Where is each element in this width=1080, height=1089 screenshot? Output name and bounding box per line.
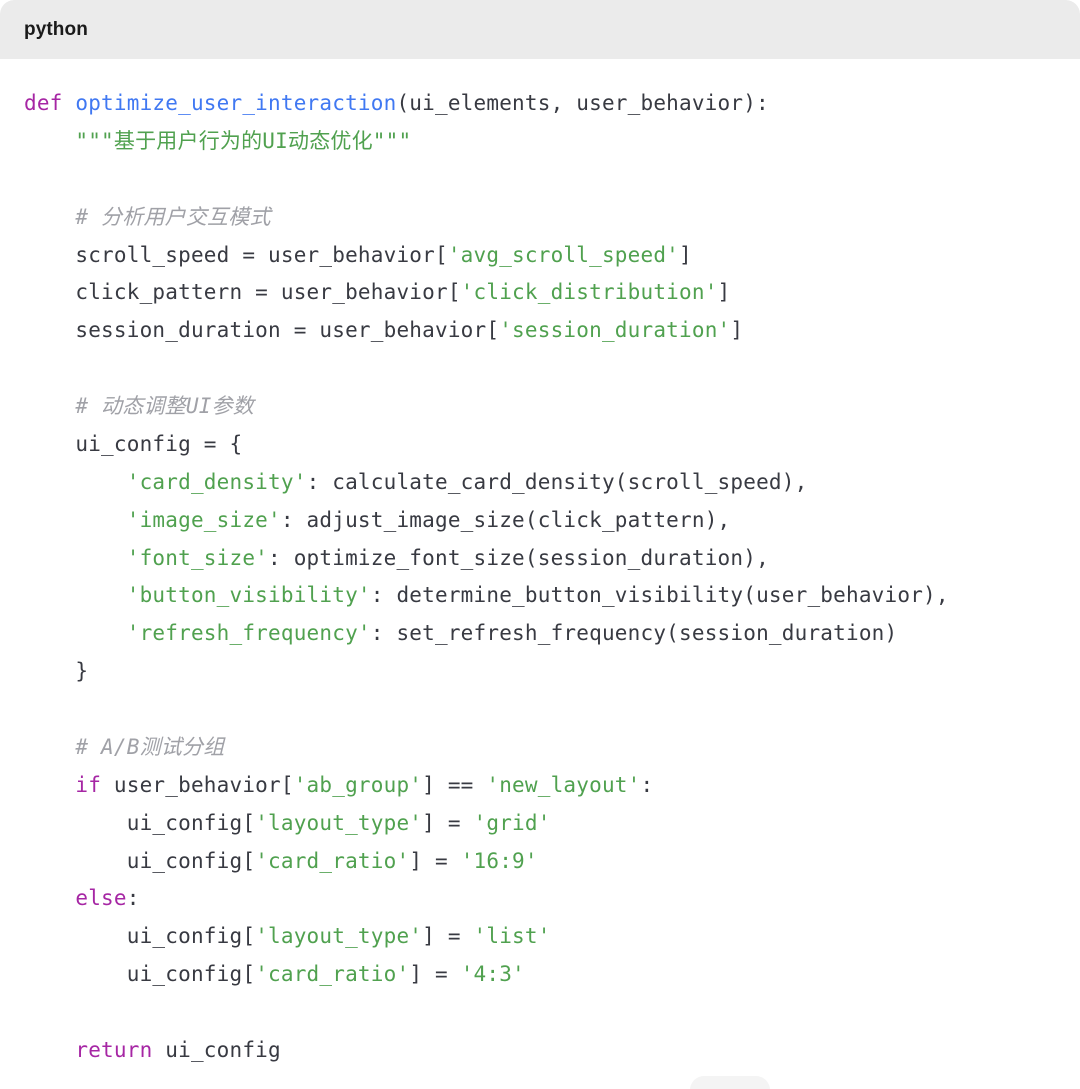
string-token: 'card_ratio' bbox=[255, 848, 410, 873]
code-body[interactable]: def optimize_user_interaction(ui_element… bbox=[24, 85, 949, 1070]
code-token: : set_refresh_frequency(session_duration… bbox=[370, 621, 898, 646]
code-line: session_duration = user_behavior['sessio… bbox=[24, 312, 949, 350]
string-token: 'list' bbox=[473, 924, 551, 949]
code-line: ui_config['card_ratio'] = '16:9' bbox=[24, 843, 949, 881]
string-token: 'image_size' bbox=[126, 507, 281, 532]
keyword-token: return bbox=[75, 1037, 153, 1062]
code-token: ] = bbox=[422, 810, 474, 835]
string-token: 'layout_type' bbox=[255, 924, 423, 949]
string-token: 'refresh_frequency' bbox=[126, 621, 371, 646]
code-block: python def optimize_user_interaction(ui_… bbox=[0, 0, 1080, 1089]
string-token: '4:3' bbox=[460, 962, 525, 987]
code-token: ui_config[ bbox=[24, 810, 256, 835]
code-token: scroll_speed = user_behavior[ bbox=[24, 242, 448, 267]
string-token: 'ab_group' bbox=[293, 772, 423, 797]
code-token: ] = bbox=[409, 848, 461, 873]
function-name-token: optimize_user_interaction bbox=[75, 91, 397, 115]
code-token: user_behavior[ bbox=[101, 772, 294, 797]
code-token: ui_config[ bbox=[24, 962, 256, 987]
code-line: scroll_speed = user_behavior['avg_scroll… bbox=[24, 237, 949, 275]
code-line: # A/B测试分组 bbox=[24, 729, 949, 767]
code-token: ] bbox=[717, 280, 731, 305]
code-line: def optimize_user_interaction(ui_element… bbox=[24, 85, 949, 123]
code-line: 'button_visibility': determine_button_vi… bbox=[24, 577, 949, 615]
scroll-indicator bbox=[690, 1076, 770, 1089]
code-token: ] = bbox=[422, 924, 474, 949]
code-token: ] bbox=[679, 242, 692, 267]
comment-token: # 分析用户交互模式 bbox=[75, 204, 271, 229]
code-token: : bbox=[126, 886, 140, 911]
code-line: 'image_size': adjust_image_size(click_pa… bbox=[24, 502, 949, 540]
string-token: 'avg_scroll_speed' bbox=[447, 242, 680, 267]
code-token: ] bbox=[730, 318, 744, 343]
code-token: ui_config = { bbox=[24, 431, 243, 456]
code-line: # 动态调整UI参数 bbox=[24, 388, 949, 426]
keyword-token: if bbox=[75, 772, 102, 797]
comment-token: # 动态调整UI参数 bbox=[75, 394, 254, 418]
code-token: : adjust_image_size(click_pattern), bbox=[280, 507, 731, 532]
code-line: ui_config['layout_type'] = 'grid' bbox=[24, 805, 949, 843]
code-block-header: python bbox=[0, 0, 1080, 59]
keyword-token: def bbox=[24, 91, 63, 115]
string-token: 'font_size' bbox=[126, 545, 269, 570]
code-line: if user_behavior['ab_group'] == 'new_lay… bbox=[24, 767, 949, 805]
code-line: click_pattern = user_behavior['click_dis… bbox=[24, 274, 949, 312]
code-token: : optimize_font_size(session_duration), bbox=[268, 545, 769, 570]
code-line: 'font_size': optimize_font_size(session_… bbox=[24, 540, 949, 578]
string-token: 'grid' bbox=[473, 810, 551, 835]
code-line: """基于用户行为的UI动态优化""" bbox=[24, 123, 949, 161]
string-token: 'card_density' bbox=[126, 469, 307, 494]
language-label: python bbox=[24, 18, 88, 40]
code-token: ] = bbox=[409, 962, 461, 987]
code-line: else: bbox=[24, 880, 949, 918]
code-line: return ui_config bbox=[24, 1032, 949, 1070]
string-token: 'new_layout' bbox=[486, 772, 641, 797]
code-line: ui_config = { bbox=[24, 426, 949, 464]
code-token: ui_config[ bbox=[24, 924, 256, 949]
code-token: (ui_elements, user_behavior): bbox=[396, 91, 769, 115]
code-token: ui_config[ bbox=[24, 848, 256, 873]
string-token: """基于用户行为的UI动态优化""" bbox=[75, 128, 412, 153]
comment-token: # A/B测试分组 bbox=[75, 734, 225, 759]
code-token: } bbox=[24, 659, 89, 684]
code-token: click_pattern = user_behavior[ bbox=[24, 280, 461, 305]
code-token: : calculate_card_density(scroll_speed), bbox=[306, 469, 808, 494]
code-token: ui_config bbox=[152, 1037, 281, 1062]
string-token: 'layout_type' bbox=[255, 810, 423, 835]
code-token: session_duration = user_behavior[ bbox=[24, 318, 500, 343]
code-line: 'refresh_frequency': set_refresh_frequen… bbox=[24, 615, 949, 653]
string-token: 'card_ratio' bbox=[255, 962, 410, 987]
string-token: 'click_distribution' bbox=[460, 280, 718, 305]
string-token: 'session_duration' bbox=[499, 318, 731, 343]
string-token: 'button_visibility' bbox=[126, 583, 371, 608]
code-line: } bbox=[24, 653, 949, 691]
keyword-token: else bbox=[75, 886, 127, 911]
code-line: ui_config['layout_type'] = 'list' bbox=[24, 918, 949, 956]
code-line: # 分析用户交互模式 bbox=[24, 199, 949, 237]
code-token: : determine_button_visibility(user_behav… bbox=[370, 583, 949, 608]
code-line: ui_config['card_ratio'] = '4:3' bbox=[24, 956, 949, 994]
code-token: ] == bbox=[422, 772, 487, 797]
code-line: 'card_density': calculate_card_density(s… bbox=[24, 464, 949, 502]
code-token: : bbox=[640, 772, 654, 797]
string-token: '16:9' bbox=[460, 848, 538, 873]
